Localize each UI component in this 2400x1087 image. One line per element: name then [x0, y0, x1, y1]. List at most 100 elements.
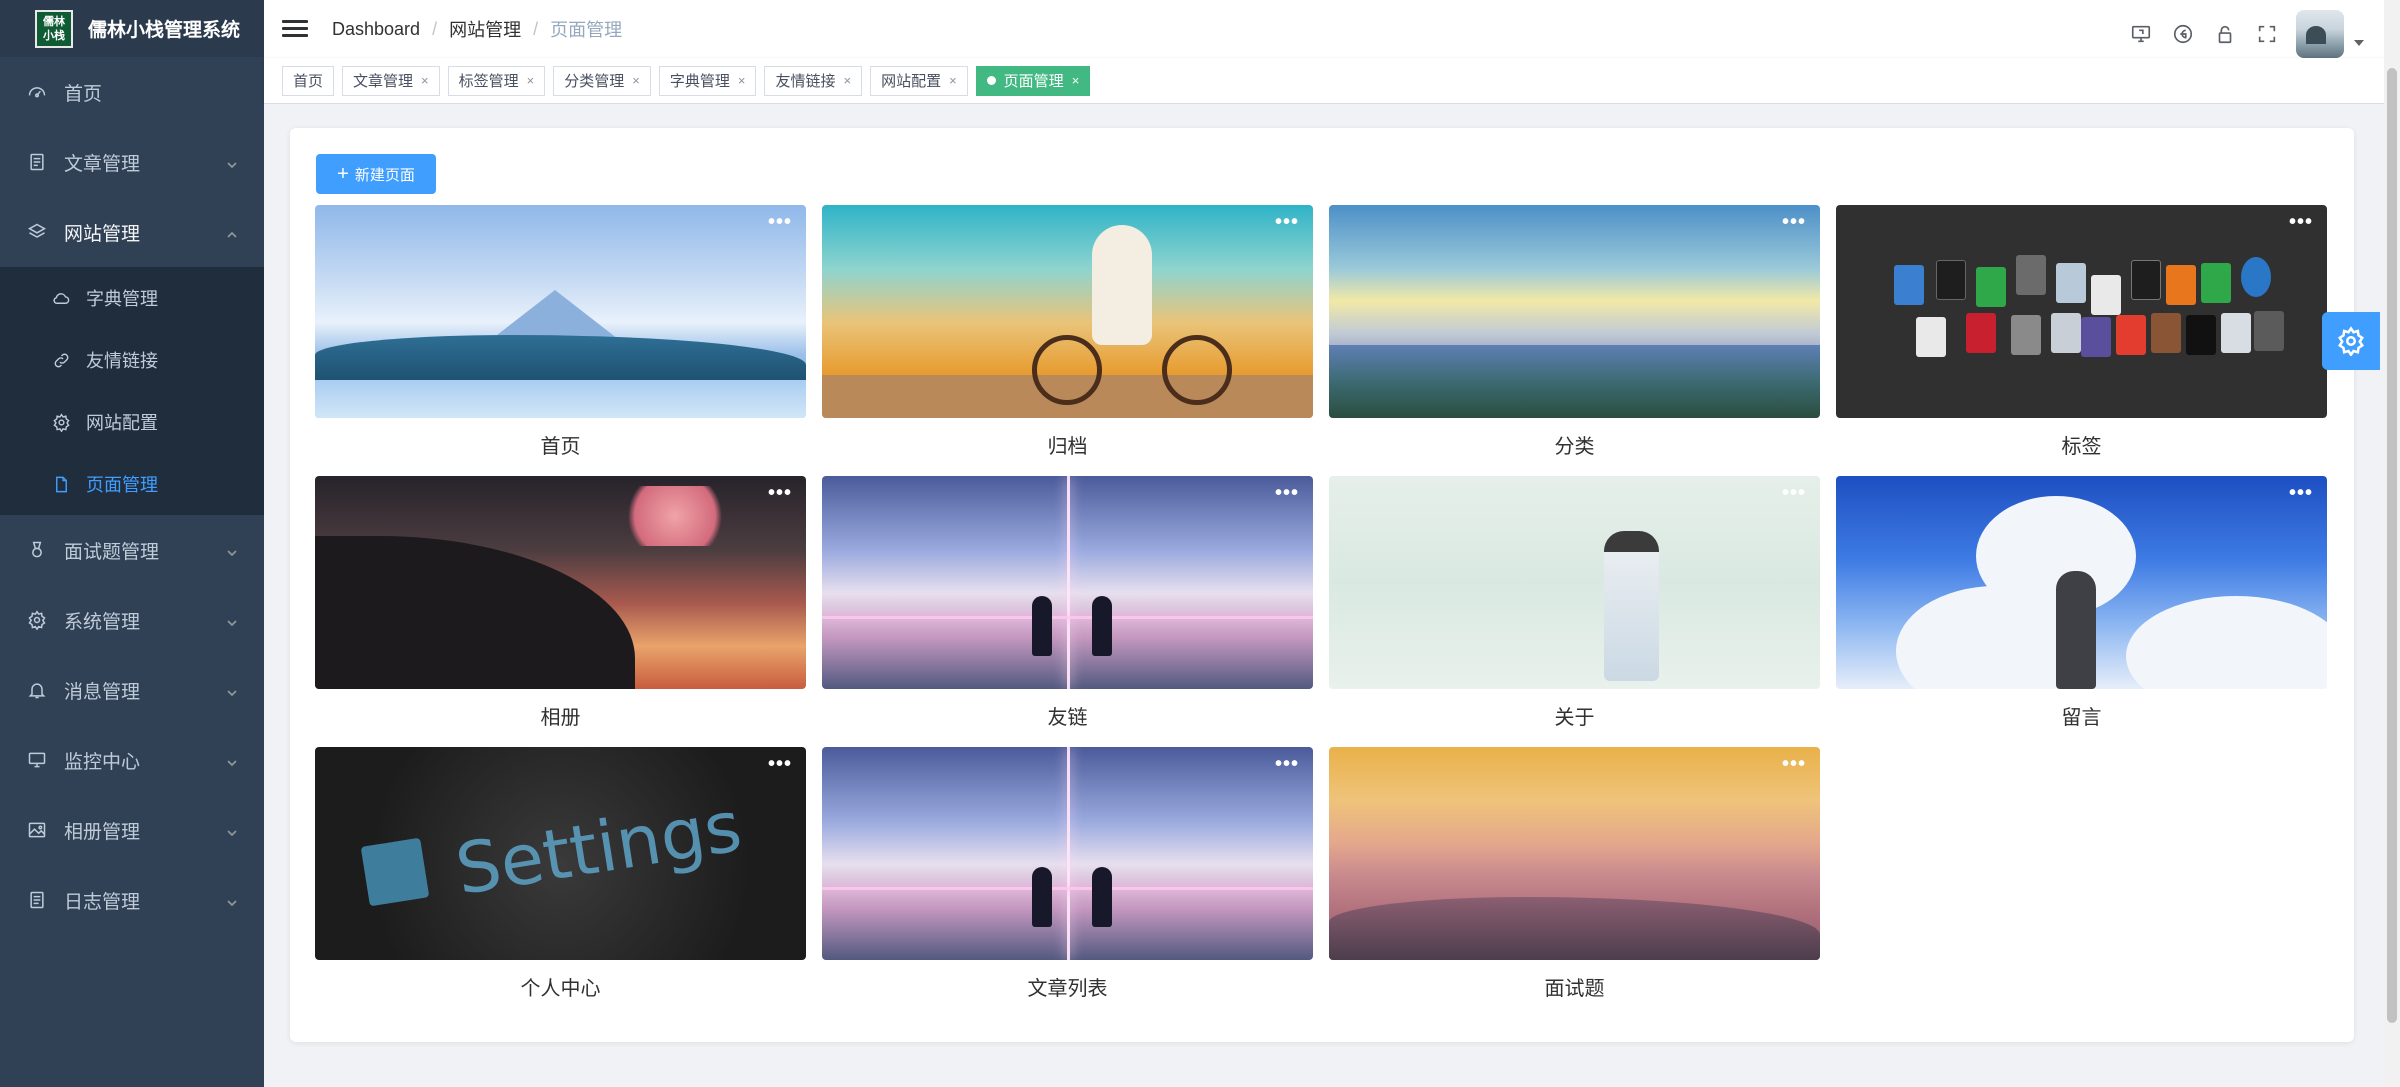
cover-image[interactable]: •••: [315, 205, 806, 418]
breadcrumb-website[interactable]: 网站管理: [449, 16, 521, 42]
sidebar-item-site-config[interactable]: 网站配置: [0, 391, 264, 453]
tag-dictionary[interactable]: 字典管理 ×: [658, 65, 757, 96]
more-icon[interactable]: •••: [768, 483, 792, 503]
more-icon[interactable]: •••: [1782, 754, 1806, 774]
tag-home[interactable]: 首页: [282, 65, 335, 96]
breadcrumb-dashboard[interactable]: Dashboard: [332, 19, 420, 40]
pedal-shape: [2081, 317, 2111, 357]
pedal-shape: [1966, 313, 1996, 353]
sidebar-item-articles[interactable]: 文章管理: [0, 127, 264, 197]
cover-image[interactable]: •••: [822, 747, 1313, 960]
cover-image[interactable]: •••: [315, 476, 806, 689]
more-icon[interactable]: •••: [1782, 483, 1806, 503]
sidebar-item-label: 网站配置: [86, 413, 158, 433]
more-icon[interactable]: •••: [1275, 483, 1299, 503]
pedal-shape: [2131, 260, 2161, 300]
logo[interactable]: 儒林小栈 儒林小栈管理系统: [0, 0, 264, 57]
github-icon[interactable]: [2162, 15, 2204, 53]
navbar: Dashboard / 网站管理 / 页面管理: [264, 0, 2400, 58]
more-icon[interactable]: •••: [2289, 483, 2313, 503]
more-icon[interactable]: •••: [768, 754, 792, 774]
fullscreen-icon[interactable]: [2246, 15, 2288, 53]
sidebar-item-links[interactable]: 友情链接: [0, 329, 264, 391]
ridge-shape: [1329, 897, 1820, 960]
sidebar-item-pages[interactable]: 页面管理: [0, 453, 264, 515]
screen-icon[interactable]: [2120, 15, 2162, 53]
sidebar-item-website[interactable]: 网站管理: [0, 197, 264, 267]
cover-image[interactable]: •••: [1329, 205, 1820, 418]
tag-tags[interactable]: 标签管理 ×: [447, 65, 546, 96]
tag-label: 网站配置: [881, 73, 942, 90]
page-card-album: ••• 相册: [315, 476, 806, 729]
cover-image[interactable]: •••: [822, 476, 1313, 689]
page-card-interview: ••• 面试题: [1329, 747, 1820, 1000]
close-icon[interactable]: ×: [738, 73, 746, 88]
chevron-down-icon: [226, 823, 238, 845]
sidebar-item-home[interactable]: 首页: [0, 57, 264, 127]
sidebar-item-system[interactable]: 系统管理: [0, 585, 264, 655]
page-name: 相册: [540, 707, 581, 729]
settings-word: Settings: [450, 785, 747, 911]
sidebar: 儒林小栈 儒林小栈管理系统 首页 文章管理 网站管理 字典管理 友情链接 网站配…: [0, 0, 264, 1087]
close-icon[interactable]: ×: [843, 73, 851, 88]
page-grid: ••• 首页 ••• 归档 ••• 分类 ••• 标签 ••• 相册 ••• 友…: [315, 205, 2329, 1000]
theme-settings-button[interactable]: [2322, 312, 2380, 370]
cover-image[interactable]: Settings •••: [315, 747, 806, 960]
page-name: 个人中心: [520, 978, 601, 1000]
close-icon[interactable]: ×: [1072, 73, 1080, 88]
close-icon[interactable]: ×: [421, 73, 429, 88]
more-icon[interactable]: •••: [2289, 212, 2313, 232]
sidebar-item-label: 日志管理: [64, 891, 141, 913]
sidebar-item-album[interactable]: 相册管理: [0, 795, 264, 865]
cover-image[interactable]: •••: [1836, 205, 2327, 418]
more-icon[interactable]: •••: [1275, 212, 1299, 232]
image-icon: [26, 819, 48, 841]
tag-site-config[interactable]: 网站配置 ×: [870, 65, 968, 96]
avatar[interactable]: [2296, 10, 2344, 58]
gear-icon: [26, 609, 48, 631]
sidebar-item-interview[interactable]: 面试题管理: [0, 515, 264, 585]
pedal-shape: [2166, 265, 2196, 305]
sidebar-item-monitor[interactable]: 监控中心: [0, 725, 264, 795]
plus-icon: +: [337, 163, 349, 185]
caret-down-icon[interactable]: [2354, 40, 2364, 46]
tag-links[interactable]: 友情链接 ×: [764, 65, 863, 96]
tag-pages[interactable]: 页面管理 ×: [975, 65, 1091, 96]
page-name: 文章列表: [1027, 978, 1108, 1000]
pedal-shape: [2011, 315, 2041, 355]
page-card-friends: ••• 友链: [822, 476, 1313, 729]
close-icon[interactable]: ×: [527, 73, 535, 88]
sidebar-item-label: 页面管理: [86, 475, 158, 495]
hamburger-icon[interactable]: [282, 16, 308, 42]
scrollbar-thumb[interactable]: [2387, 68, 2397, 1023]
page-card-profile: Settings ••• 个人中心: [315, 747, 806, 1000]
tag-articles[interactable]: 文章管理 ×: [342, 65, 440, 96]
cliff-shape: [315, 536, 635, 689]
tag-categories[interactable]: 分类管理 ×: [553, 65, 651, 96]
cover-image[interactable]: •••: [822, 205, 1313, 418]
cloud-shape: [2126, 596, 2327, 689]
sidebar-item-logs[interactable]: 日志管理: [0, 865, 264, 935]
cover-image[interactable]: •••: [1329, 747, 1820, 960]
lock-icon[interactable]: [2204, 15, 2246, 53]
close-icon[interactable]: ×: [949, 73, 957, 88]
chevron-down-icon: [226, 753, 238, 775]
cover-image[interactable]: •••: [1329, 476, 1820, 689]
tag-label: 文章管理: [353, 73, 414, 90]
sidebar-item-dictionary[interactable]: 字典管理: [0, 267, 264, 329]
cover-image[interactable]: •••: [1836, 476, 2327, 689]
log-icon: [26, 889, 48, 911]
new-page-button[interactable]: + 新建页面: [316, 154, 436, 194]
active-dot-icon: [986, 76, 996, 85]
page-card-about: ••• 关于: [1329, 476, 1820, 729]
sidebar-item-messages[interactable]: 消息管理: [0, 655, 264, 725]
tag-label: 友情链接: [775, 73, 836, 90]
lake-shape: [315, 380, 806, 418]
more-icon[interactable]: •••: [1782, 212, 1806, 232]
close-icon[interactable]: ×: [632, 73, 640, 88]
pedal-shape: [1936, 260, 1966, 300]
page-name: 留言: [2061, 707, 2102, 729]
settings-tile-shape: [360, 837, 430, 907]
more-icon[interactable]: •••: [768, 212, 792, 232]
more-icon[interactable]: •••: [1275, 754, 1299, 774]
